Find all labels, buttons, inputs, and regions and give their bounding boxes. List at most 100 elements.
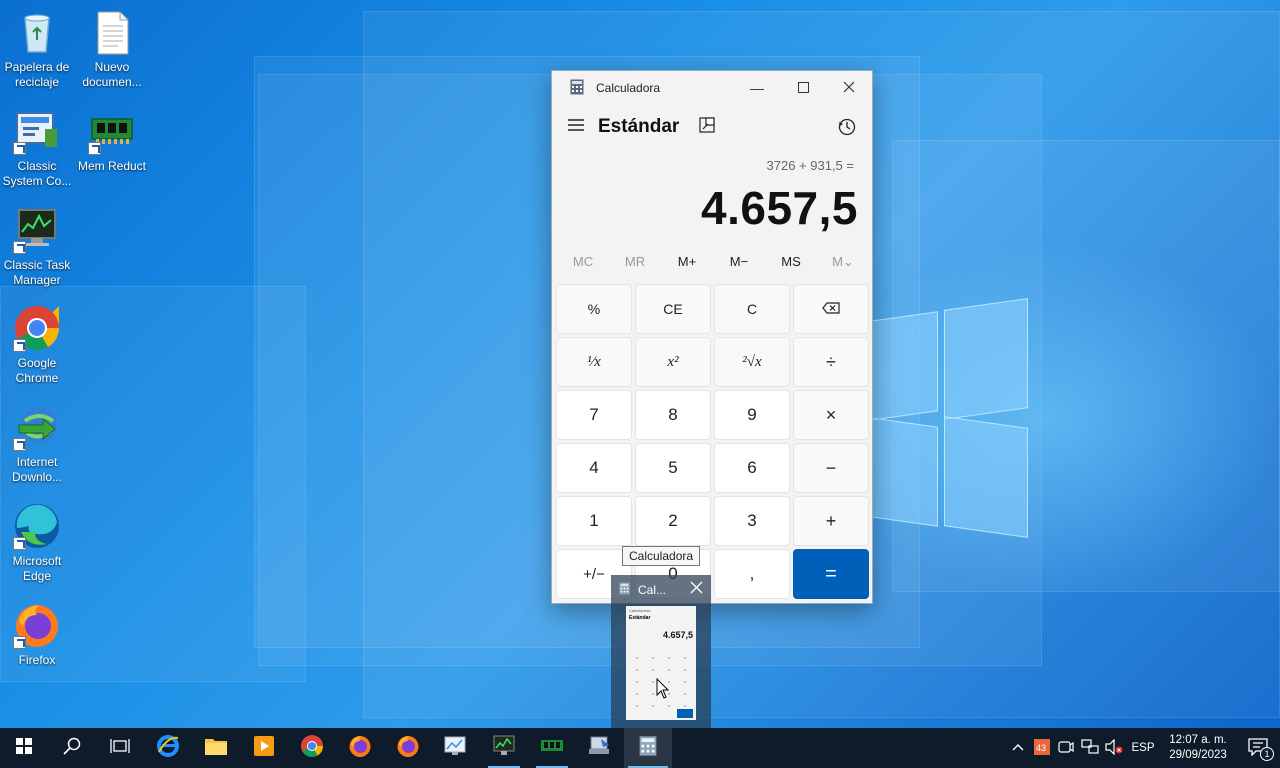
percent-button[interactable]: % [556, 284, 632, 334]
digit-8-button[interactable]: 8 [635, 390, 711, 440]
camera-icon [1058, 740, 1074, 757]
multiply-button[interactable]: × [793, 390, 869, 440]
digit-6-button[interactable]: 6 [714, 443, 790, 493]
start-icon [16, 737, 32, 759]
desktop-icon-classic-system-control[interactable]: Classic System Co... [0, 107, 75, 189]
control-panel-icon [444, 735, 468, 762]
memory-list-button[interactable]: M⌄ [817, 254, 869, 270]
media-player-icon [253, 735, 275, 762]
desktop-icon-label: Mem Reduct [77, 159, 147, 173]
equals-button[interactable]: = [793, 549, 869, 599]
add-button[interactable]: + [793, 496, 869, 546]
search-button[interactable] [48, 728, 96, 768]
preview-mode: Estándar [629, 615, 651, 621]
taskbar-firefox-2[interactable] [384, 728, 432, 768]
task-view-icon [110, 738, 130, 759]
memory-add-button[interactable]: M+ [661, 254, 713, 270]
chevron-up-icon [1012, 742, 1024, 754]
control-panel-icon [13, 107, 61, 155]
chrome-icon [300, 734, 324, 763]
desktop-icon-label: Classic Task Manager [3, 258, 71, 287]
taskbar-calculator[interactable] [624, 728, 672, 768]
tray-mem-reduct-indicator[interactable]: 43 [1030, 728, 1054, 768]
volume-muted-icon [1105, 738, 1123, 758]
taskbar-thumbnail-preview[interactable]: Cal... Calculadora Estándar 4.657,5 [611, 575, 711, 728]
memory-clear-button[interactable]: MC [557, 254, 609, 270]
calculator-window[interactable]: Calculadora — Estándar 3726 + 931,5 = 4.… [551, 70, 873, 604]
clock[interactable]: 12:07 a. m. 29/09/2023 [1160, 733, 1236, 763]
taskbar-firefox[interactable] [336, 728, 384, 768]
calculator-icon [619, 582, 630, 598]
desktop-icon-recycle-bin[interactable]: Papelera de reciclaje [0, 8, 75, 90]
desktop-icon-google-chrome[interactable]: Google Chrome [0, 304, 75, 386]
digit-2-button[interactable]: 2 [635, 496, 711, 546]
digit-9-button[interactable]: 9 [714, 390, 790, 440]
taskbar-google-chrome[interactable] [288, 728, 336, 768]
task-view-button[interactable] [96, 728, 144, 768]
desktop-icon-label: Papelera de reciclaje [4, 60, 70, 89]
thumbnail-close-button[interactable] [690, 581, 703, 598]
tray-volume-button[interactable] [1102, 728, 1126, 768]
memory-recall-button[interactable]: MR [609, 254, 661, 270]
history-icon[interactable] [838, 118, 856, 141]
subtract-button[interactable]: − [793, 443, 869, 493]
taskbar-file-explorer[interactable] [192, 728, 240, 768]
network-app-icon [587, 735, 613, 762]
desktop-icon-new-document[interactable]: Nuevo documen... [74, 8, 150, 90]
desktop-icon-classic-task-manager[interactable]: Classic Task Manager [0, 206, 75, 288]
taskbar: 43 ESP 12:07 a. m. 29/09/2023 1 [0, 728, 1280, 768]
square-button[interactable]: x² [635, 337, 711, 387]
taskbar-network-app[interactable] [576, 728, 624, 768]
action-center-button[interactable]: 1 [1236, 728, 1280, 768]
expression-display: 3726 + 931,5 = [766, 158, 854, 173]
desktop-icon-microsoft-edge[interactable]: Microsoft Edge [0, 502, 75, 584]
desktop-icon-firefox[interactable]: Firefox [0, 601, 75, 668]
backspace-button[interactable] [793, 284, 869, 334]
taskbar-task-manager[interactable] [480, 728, 528, 768]
decimal-button[interactable]: , [714, 549, 790, 599]
digit-5-button[interactable]: 5 [635, 443, 711, 493]
desktop-icon-label: Nuevo documen... [82, 60, 142, 89]
minimize-button[interactable]: — [734, 71, 780, 105]
reciprocal-button[interactable]: ¹⁄x [556, 337, 632, 387]
taskbar-internet-explorer[interactable] [144, 728, 192, 768]
tray-camera-icon-button[interactable] [1054, 728, 1078, 768]
taskbar-media-player[interactable] [240, 728, 288, 768]
digit-3-button[interactable]: 3 [714, 496, 790, 546]
taskbar-tooltip: Calculadora [622, 546, 701, 566]
preview-value: 4.657,5 [662, 630, 693, 640]
memory-subtract-button[interactable]: M− [713, 254, 765, 270]
memory-store-button[interactable]: MS [765, 254, 817, 270]
show-hidden-icons-button[interactable] [1006, 728, 1030, 768]
keep-on-top-icon[interactable] [699, 116, 715, 138]
calculator-icon [570, 79, 584, 98]
clear-entry-button[interactable]: CE [635, 284, 711, 334]
desktop-icon-mem-reduct[interactable]: Mem Reduct [74, 107, 150, 174]
close-button[interactable] [826, 71, 872, 105]
taskbar-mem-reduct[interactable] [528, 728, 576, 768]
maximize-icon [797, 80, 809, 96]
digit-7-button[interactable]: 7 [556, 390, 632, 440]
svg-text:43: 43 [1036, 743, 1046, 753]
digit-1-button[interactable]: 1 [556, 496, 632, 546]
desktop-icon-label: Microsoft Edge [12, 554, 62, 583]
tray-network-button[interactable] [1078, 728, 1102, 768]
language-indicator[interactable]: ESP [1126, 742, 1160, 754]
clock-time: 12:07 a. m. [1169, 734, 1227, 746]
thumbnail-title: Cal... [638, 583, 667, 597]
divide-button[interactable]: ÷ [793, 337, 869, 387]
square-root-button[interactable]: ²√x [714, 337, 790, 387]
mouse-cursor-icon [656, 677, 670, 705]
memory-row: MC MR M+ M− MS M⌄ [557, 254, 869, 270]
taskbar-control-panel[interactable] [432, 728, 480, 768]
desktop-icon-label: Classic System Co... [2, 159, 72, 188]
digit-4-button[interactable]: 4 [556, 443, 632, 493]
minimize-icon: — [750, 80, 764, 96]
notification-count-badge: 1 [1260, 747, 1274, 761]
maximize-button[interactable] [780, 71, 826, 105]
menu-hamburger-icon[interactable] [568, 118, 584, 136]
clear-button[interactable]: C [714, 284, 790, 334]
desktop-icon-internet-download-manager[interactable]: Internet Downlo... [0, 403, 75, 485]
preview-title: Calculadora [629, 608, 651, 613]
start-button[interactable] [0, 728, 48, 768]
